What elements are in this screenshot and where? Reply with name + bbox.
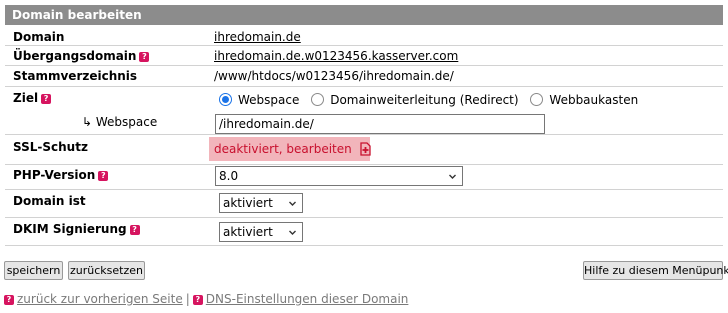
- target-radio-group: Webspace Domainweiterleitung (Redirect) …: [219, 93, 638, 107]
- row-php-version: PHP-Version? 8.0: [5, 164, 723, 190]
- dkim-value: aktiviert: [223, 225, 273, 239]
- chevron-down-icon: [289, 201, 296, 206]
- footer-links: ? zurück zur vorherigen Seite |? DNS-Einste…: [4, 292, 408, 306]
- dns-settings-link[interactable]: DNS-Einstellungen dieser Domain: [206, 292, 409, 306]
- transition-domain-value: ihredomain.de.w0123456.kasserver.com: [214, 49, 458, 63]
- radio-webbaukasten[interactable]: Webbaukasten: [530, 93, 638, 107]
- php-version-value: 8.0: [219, 169, 239, 183]
- target-label-text: Ziel: [13, 91, 39, 105]
- back-link[interactable]: zurück zur vorherigen Seite: [17, 292, 183, 306]
- radio-webspace[interactable]: Webspace: [219, 93, 303, 107]
- target-label: Ziel?: [13, 91, 52, 105]
- section-header: Domain bearbeiten: [5, 5, 723, 25]
- help-icon[interactable]: ?: [98, 171, 109, 181]
- domain-status-value: aktiviert: [223, 196, 273, 210]
- ssl-status-text: deaktiviert, bearbeiten: [214, 142, 352, 156]
- row-domain-status: Domain ist aktiviert: [5, 190, 723, 218]
- dkim-label-text: DKIM Signierung: [13, 222, 127, 236]
- php-version-select[interactable]: 8.0: [215, 166, 463, 186]
- help-icon[interactable]: ?: [139, 52, 150, 62]
- php-version-label: PHP-Version?: [13, 168, 109, 182]
- help-icon: ?: [4, 295, 14, 305]
- radio-button-webbaukasten[interactable]: [530, 93, 544, 106]
- row-transition-domain: Übergangsdomain? ihredomain.de.w0123456.…: [5, 46, 723, 66]
- transition-domain-label-text: Übergangsdomain: [13, 49, 137, 63]
- row-dkim: DKIM Signierung? aktiviert: [5, 218, 723, 246]
- domain-label: Domain: [13, 30, 65, 44]
- domain-value: ihredomain.de: [214, 30, 301, 44]
- help-icon: ?: [192, 295, 203, 305]
- help-icon[interactable]: ?: [129, 225, 140, 235]
- ssl-status-link[interactable]: deaktiviert, bearbeiten: [209, 137, 371, 161]
- radio-webspace-label: Webspace: [238, 93, 300, 107]
- domain-link[interactable]: ihredomain.de: [214, 30, 301, 44]
- php-version-label-text: PHP-Version: [13, 168, 96, 182]
- dkim-select[interactable]: aktiviert: [219, 222, 303, 242]
- help-icon[interactable]: ?: [41, 94, 52, 104]
- chevron-down-icon: [289, 230, 296, 235]
- add-document-icon: [359, 142, 371, 156]
- webspace-label: ↳ Webspace: [82, 115, 158, 129]
- save-button[interactable]: speichern: [4, 261, 63, 280]
- dkim-label: DKIM Signierung?: [13, 222, 140, 236]
- transition-domain-label: Übergangsdomain?: [13, 49, 150, 63]
- root-directory-label: Stammverzeichnis: [13, 69, 138, 83]
- root-directory-value: /www/htdocs/w0123456/ihredomain.de/: [214, 69, 454, 83]
- chevron-down-icon: [449, 174, 456, 179]
- webspace-path-input[interactable]: /ihredomain.de/: [215, 114, 545, 134]
- radio-redirect-label: Domainweiterleitung (Redirect): [330, 93, 519, 107]
- ssl-label: SSL-Schutz: [13, 140, 88, 154]
- radio-button-redirect[interactable]: [311, 93, 325, 106]
- help-button[interactable]: Hilfe zu diesem Menüpunkt: [583, 261, 728, 280]
- domain-status-label: Domain ist: [13, 194, 86, 208]
- row-root-directory: Stammverzeichnis /www/htdocs/w0123456/ih…: [5, 66, 723, 87]
- radio-webbaukasten-label: Webbaukasten: [549, 93, 639, 107]
- radio-button-webspace[interactable]: [219, 93, 232, 106]
- radio-redirect[interactable]: Domainweiterleitung (Redirect): [311, 93, 522, 107]
- link-separator: |: [185, 292, 190, 306]
- transition-domain-link[interactable]: ihredomain.de.w0123456.kasserver.com: [214, 49, 458, 63]
- domain-status-select[interactable]: aktiviert: [219, 193, 303, 213]
- reset-button[interactable]: zurücksetzen: [68, 261, 145, 280]
- section-title: Domain bearbeiten: [12, 8, 142, 22]
- row-target: Ziel? Webspace Domainweiterleitung (Redi…: [5, 87, 723, 135]
- row-domain: Domain ihredomain.de: [5, 28, 723, 46]
